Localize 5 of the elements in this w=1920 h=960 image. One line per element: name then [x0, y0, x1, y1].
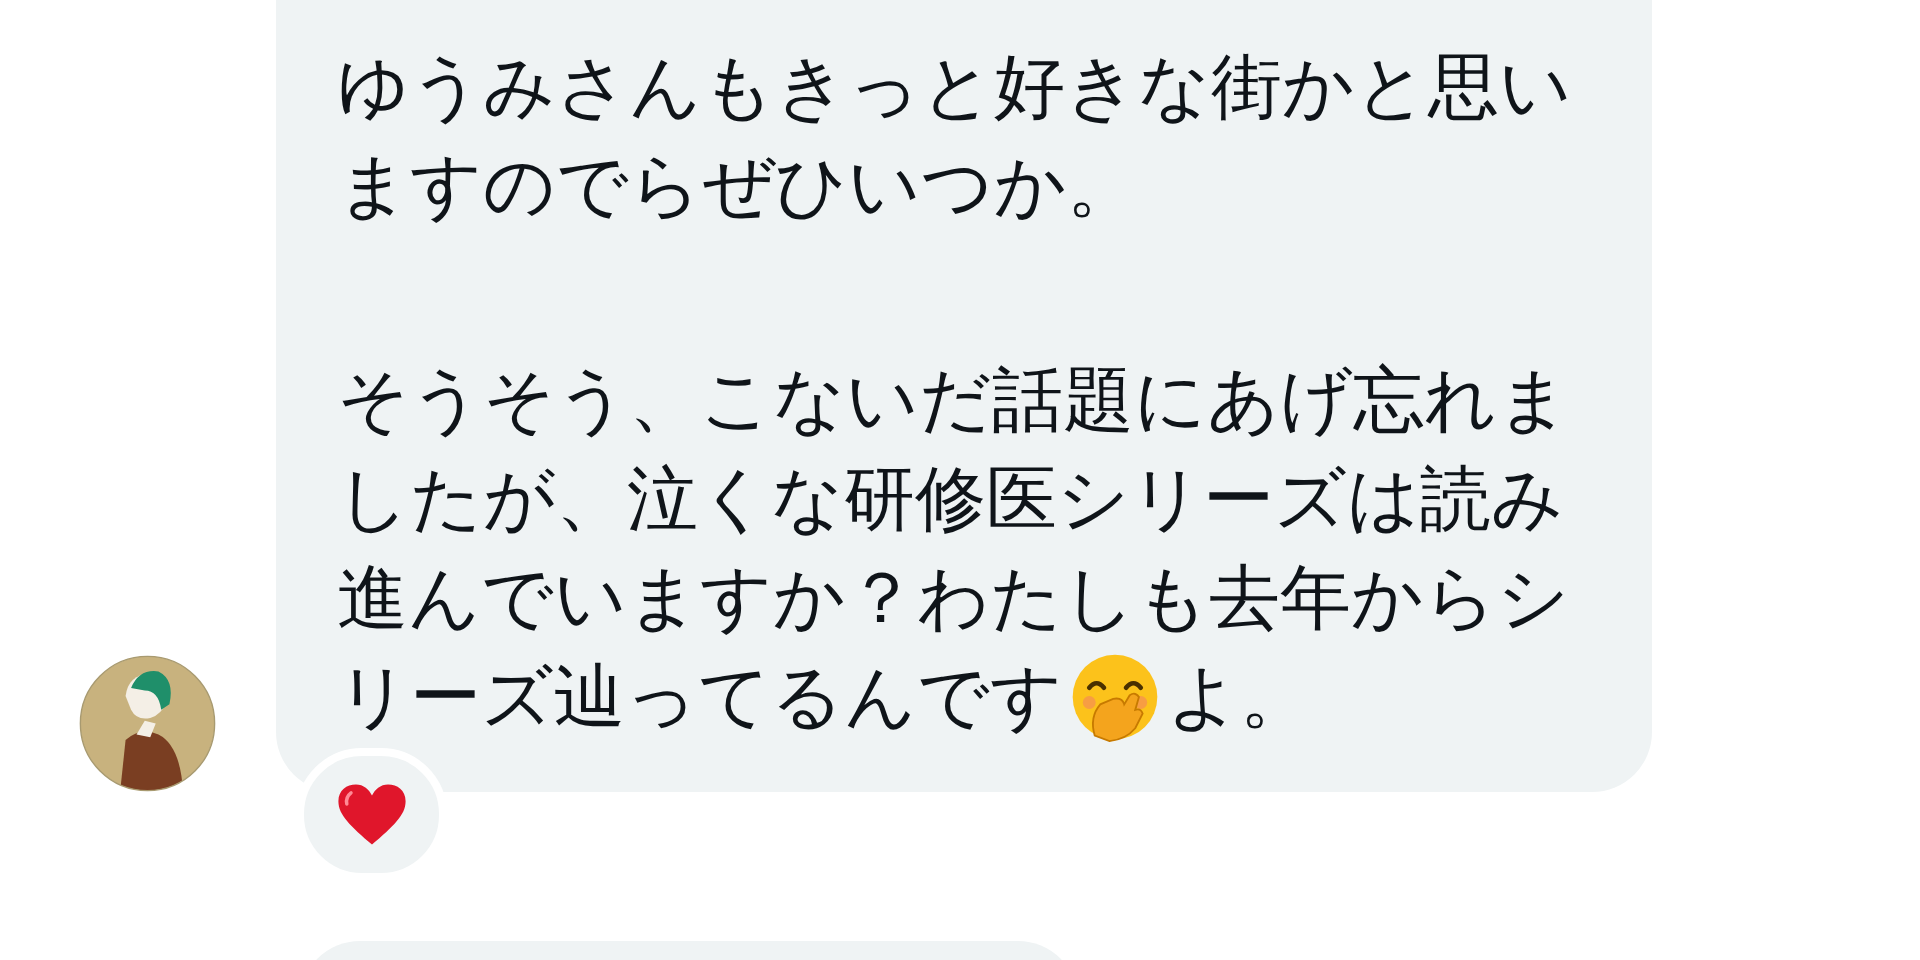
message-text: そうそう、こないだ話題にあげ忘れま したが、泣くな研修医シリーズは読み 進んでいますか？わたしも去年からシ: [337, 357, 1570, 641]
message-text: よ。: [1167, 654, 1311, 740]
heart-icon: [336, 783, 407, 846]
message-text: ゆうみさんもきっと好きな街かと思い ますのでらぜひいつか。: [337, 44, 1572, 229]
message-text: リーズ辿ってるんです: [337, 654, 1063, 740]
